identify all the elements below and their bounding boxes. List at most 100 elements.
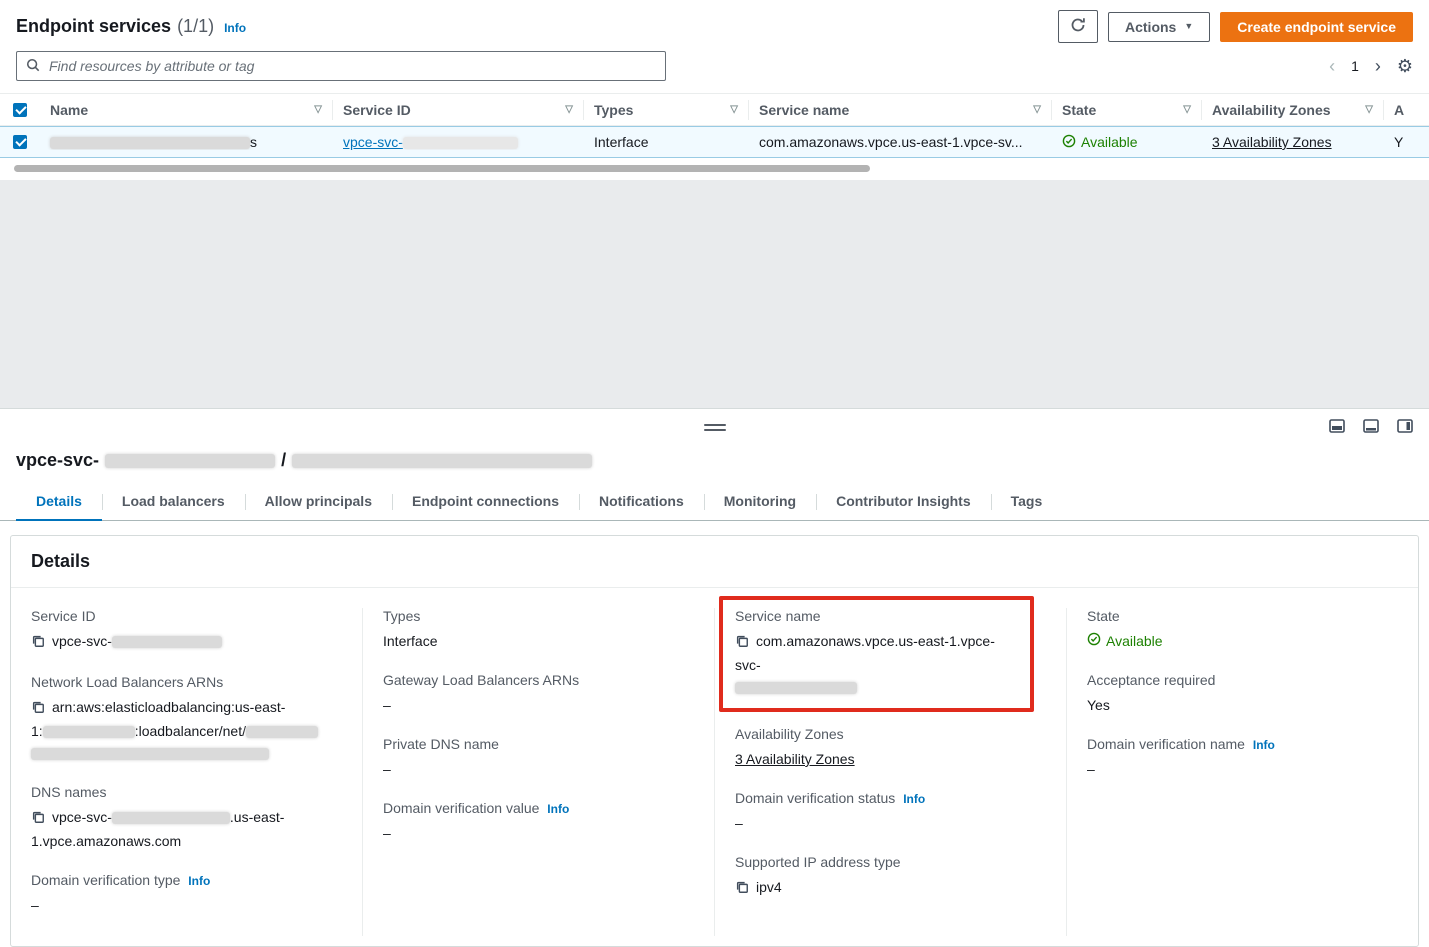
info-link[interactable]: Info <box>903 792 925 806</box>
filter-icon[interactable]: ▽ <box>1365 104 1373 115</box>
tab-details[interactable]: Details <box>16 483 102 520</box>
field-value: – <box>735 812 1046 834</box>
split-panel-divider <box>0 408 1429 446</box>
filter-icon[interactable]: ▽ <box>1183 104 1191 115</box>
field-label: Service name <box>735 608 1018 624</box>
detail-title-prefix: vpce-svc- <box>16 450 99 471</box>
tab-monitoring[interactable]: Monitoring <box>704 483 816 520</box>
details-card-heading: Details <box>11 536 1418 588</box>
field-value: – <box>383 822 694 844</box>
select-all-cell <box>0 100 40 120</box>
column-header-availability-zones[interactable]: Availability Zones ▽ <box>1202 100 1384 120</box>
redacted-title-id <box>105 454 275 468</box>
filter-icon[interactable]: ▽ <box>730 104 738 115</box>
detail-title-separator: / <box>281 450 286 471</box>
copy-icon[interactable] <box>31 808 45 830</box>
split-panel-drag-handle[interactable] <box>704 424 726 431</box>
filter-icon[interactable]: ▽ <box>314 104 322 115</box>
redacted-value <box>246 726 318 738</box>
previous-page-icon[interactable]: ‹ <box>1329 57 1335 75</box>
redacted-value <box>112 812 230 824</box>
tab-allow-principals[interactable]: Allow principals <box>245 483 392 520</box>
panel-expand-icon[interactable] <box>1363 419 1379 433</box>
field-acceptance-required: Acceptance required Yes <box>1087 672 1398 716</box>
list-toolbar: ‹ 1 › ⚙ <box>0 49 1429 93</box>
field-domain-verification-value: Domain verification value Info – <box>383 800 694 844</box>
redacted-name <box>50 137 250 149</box>
detail-panel-title: vpce-svc- / <box>0 446 1429 479</box>
field-label: Supported IP address type <box>735 854 1046 870</box>
row-availability-zones-cell: 3 Availability Zones <box>1202 134 1384 150</box>
filter-icon[interactable]: ▽ <box>565 104 573 115</box>
copy-icon[interactable] <box>31 698 45 720</box>
search-input[interactable] <box>47 57 656 75</box>
dns-line1-suffix: .us-east- <box>230 809 284 825</box>
caret-down-icon: ▼ <box>1184 22 1193 31</box>
availability-zones-link[interactable]: 3 Availability Zones <box>1212 134 1332 150</box>
tab-endpoint-connections[interactable]: Endpoint connections <box>392 483 579 520</box>
field-label: Acceptance required <box>1087 672 1398 688</box>
table-row[interactable]: s vpce-svc- Interface com.amazonaws.vpce… <box>0 126 1429 158</box>
details-card: Details Service ID vpce-svc- Network Loa… <box>10 535 1419 947</box>
service-id-value: vpce-svc- <box>52 633 112 649</box>
tab-notifications[interactable]: Notifications <box>579 483 704 520</box>
column-label: Name <box>50 102 88 118</box>
info-link[interactable]: Info <box>547 802 569 816</box>
field-domain-verification-name: Domain verification name Info – <box>1087 736 1398 780</box>
status-available: Available <box>1062 134 1138 151</box>
panel-position-side-icon[interactable] <box>1397 419 1413 433</box>
settings-gear-icon[interactable]: ⚙ <box>1397 56 1413 77</box>
row-select-cell <box>0 135 40 149</box>
page-title-text: Endpoint services <box>16 16 171 37</box>
column-header-service-name[interactable]: Service name ▽ <box>749 100 1052 120</box>
service-id-prefix: vpce-svc- <box>343 134 403 150</box>
panel-layout-controls <box>1329 419 1413 433</box>
field-label: Domain verification name <box>1087 736 1245 752</box>
redacted-title-name <box>292 454 592 468</box>
service-name-value: com.amazonaws.vpce.us-east-1.vpce-svc- <box>735 633 995 673</box>
column-header-state[interactable]: State ▽ <box>1052 100 1202 120</box>
copy-icon[interactable] <box>31 632 45 654</box>
info-link[interactable]: Info <box>224 21 246 35</box>
copy-icon[interactable] <box>735 632 749 654</box>
current-page[interactable]: 1 <box>1351 58 1359 74</box>
service-id-link[interactable]: vpce-svc- <box>343 134 518 150</box>
select-all-checkbox[interactable] <box>13 103 27 117</box>
column-header-name[interactable]: Name ▽ <box>40 100 333 120</box>
field-label: Domain verification value <box>383 800 539 816</box>
field-service-name-highlighted: Service name com.amazonaws.vpce.us-east-… <box>719 596 1034 712</box>
column-header-service-id[interactable]: Service ID ▽ <box>333 100 584 120</box>
actions-button[interactable]: Actions ▼ <box>1108 12 1210 42</box>
field-supported-ip-address-type: Supported IP address type ipv4 <box>735 854 1046 900</box>
empty-area <box>0 180 1429 408</box>
field-label: Availability Zones <box>735 726 1046 742</box>
field-domain-verification-type: Domain verification type Info – <box>31 872 342 916</box>
ip-type-value: ipv4 <box>756 879 782 895</box>
copy-icon[interactable] <box>735 878 749 900</box>
dns-line2: 1.vpce.amazonaws.com <box>31 833 181 849</box>
tab-tags[interactable]: Tags <box>991 483 1063 520</box>
tab-contributor-insights[interactable]: Contributor Insights <box>816 483 991 520</box>
filter-icon[interactable]: ▽ <box>1033 104 1041 115</box>
state-text: Available <box>1081 134 1138 150</box>
info-link[interactable]: Info <box>1253 738 1275 752</box>
row-checkbox[interactable] <box>13 135 27 149</box>
details-column-4: State Available Acceptance required Yes <box>1066 608 1418 936</box>
create-endpoint-service-button[interactable]: Create endpoint service <box>1220 12 1413 42</box>
next-page-icon[interactable]: › <box>1375 57 1381 75</box>
search-box[interactable] <box>16 51 666 81</box>
tab-load-balancers[interactable]: Load balancers <box>102 483 245 520</box>
column-label: Service name <box>759 102 849 118</box>
field-label: Types <box>383 608 694 624</box>
panel-position-bottom-icon[interactable] <box>1329 419 1345 433</box>
column-header-truncated[interactable]: A <box>1384 100 1429 120</box>
availability-zones-link[interactable]: 3 Availability Zones <box>735 751 855 767</box>
refresh-button[interactable] <box>1058 10 1098 43</box>
column-header-types[interactable]: Types ▽ <box>584 100 749 120</box>
create-button-label: Create endpoint service <box>1237 19 1396 35</box>
column-label: State <box>1062 102 1096 118</box>
pagination: ‹ 1 › ⚙ <box>1329 56 1413 77</box>
refresh-icon <box>1070 17 1086 36</box>
horizontal-scrollbar[interactable] <box>14 165 870 172</box>
field-domain-verification-status: Domain verification status Info – <box>735 790 1046 834</box>
